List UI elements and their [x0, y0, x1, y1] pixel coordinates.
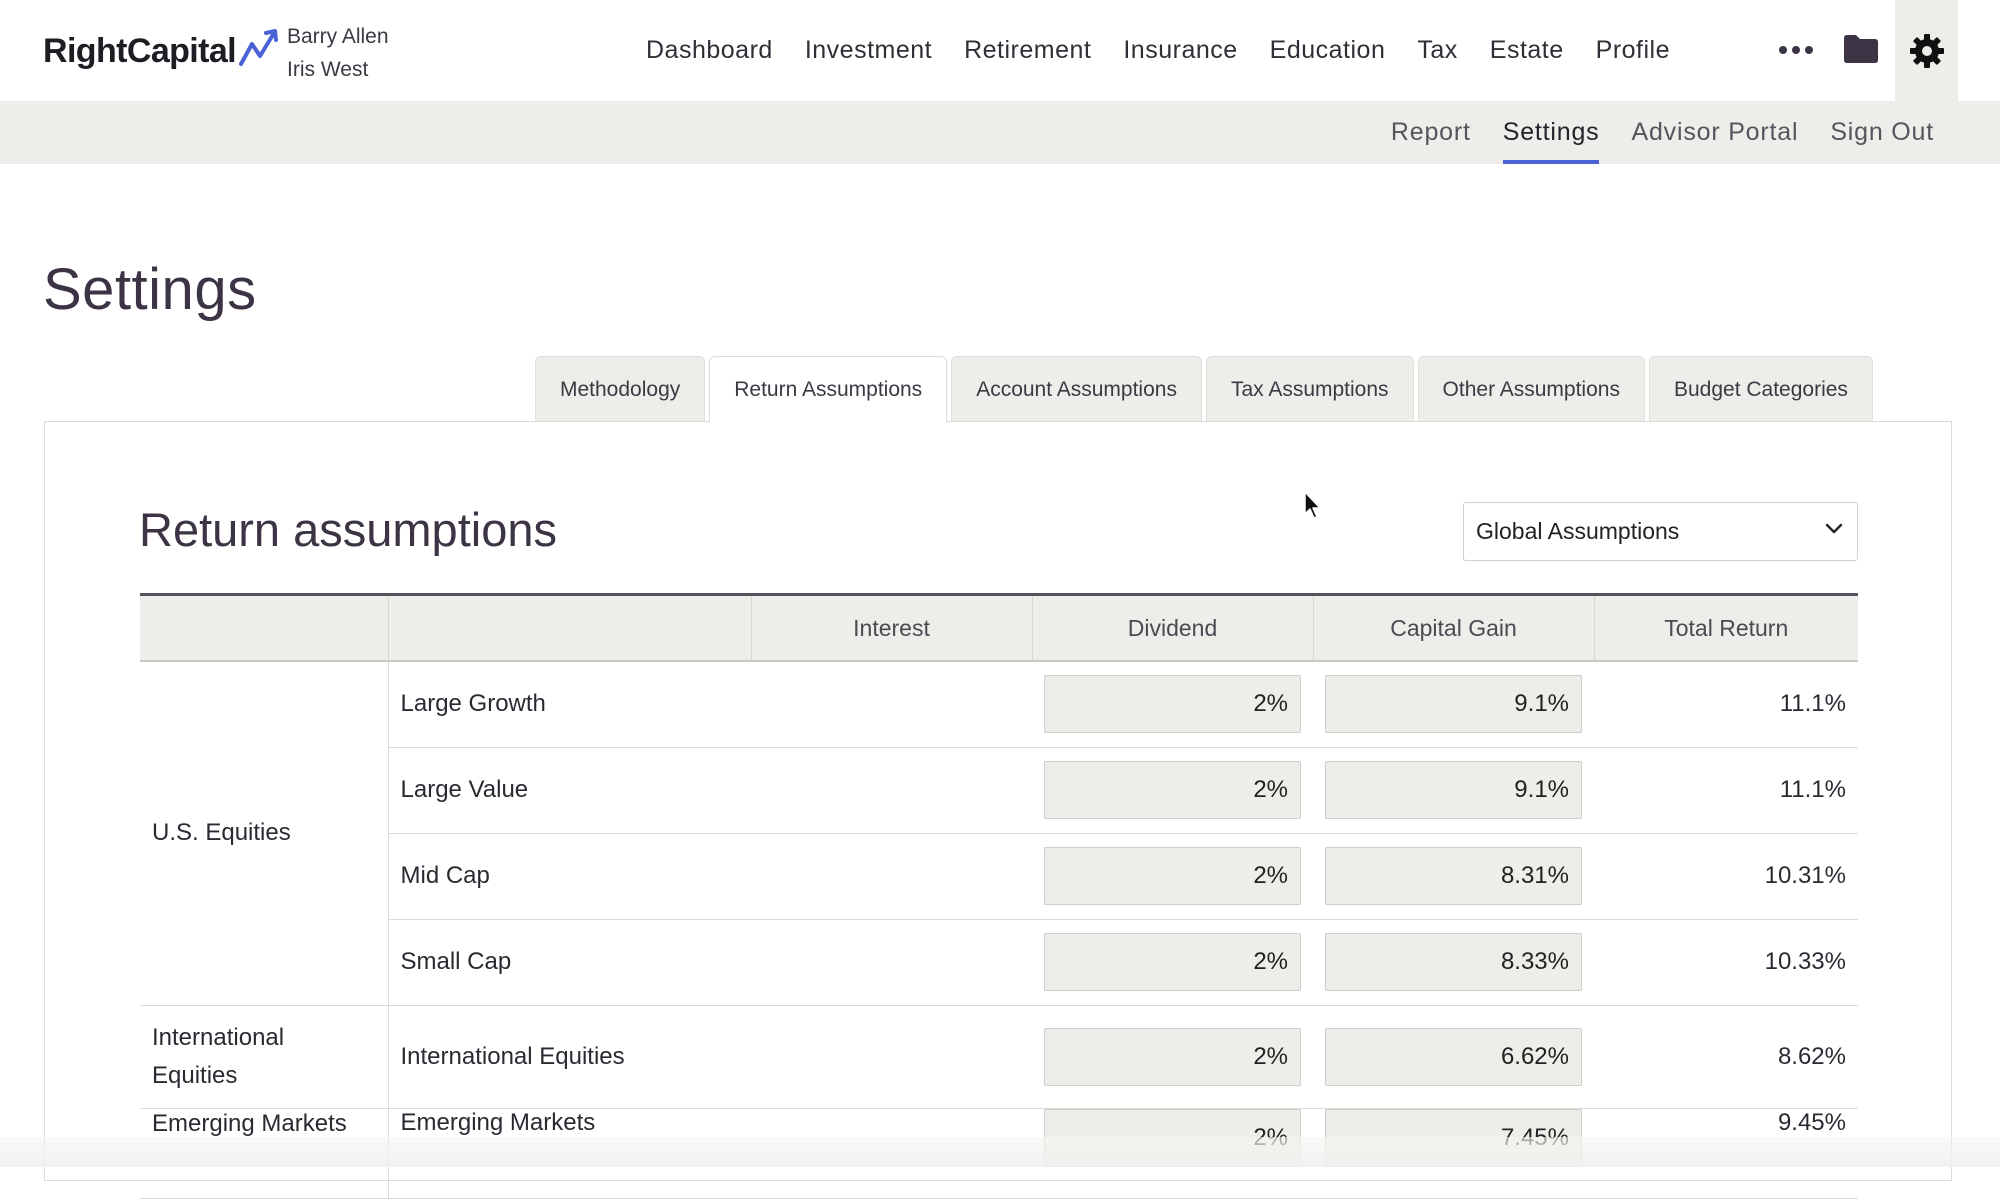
- total-return-value: 11.1%: [1594, 661, 1858, 748]
- capital-gain-input[interactable]: 6.62%: [1325, 1027, 1582, 1086]
- capital-gain-cell: 9.1%: [1313, 661, 1594, 748]
- client-primary-name: Barry Allen: [287, 25, 389, 48]
- tab-return-assumptions[interactable]: Return Assumptions: [709, 356, 948, 423]
- return-assumptions-table: Interest Dividend Capital Gain Total Ret…: [140, 593, 1858, 1199]
- settings-gear-button[interactable]: [1895, 0, 1958, 101]
- mouse-cursor-icon: [1304, 491, 1321, 519]
- interest-value: [751, 919, 1032, 1006]
- nav-retirement[interactable]: Retirement: [964, 36, 1091, 65]
- page-title: Settings: [43, 257, 257, 322]
- interest-value: [751, 661, 1032, 748]
- capital-gain-cell: 6.62%: [1313, 1005, 1594, 1109]
- rightcapital-logo[interactable]: RightCapital: [43, 26, 280, 76]
- dividend-cell: 2%: [1032, 1108, 1313, 1199]
- section-title: Return assumptions: [139, 503, 557, 556]
- tab-other-assumptions[interactable]: Other Assumptions: [1417, 356, 1645, 422]
- column-header-capital-gain: Capital Gain: [1312, 593, 1594, 662]
- dividend-input[interactable]: 2%: [1044, 1027, 1301, 1086]
- assumption-set-value: Global Assumptions: [1476, 518, 1680, 544]
- capital-gain-cell: 8.31%: [1313, 833, 1594, 920]
- column-header-dividend: Dividend: [1031, 593, 1313, 662]
- tab-account-assumptions[interactable]: Account Assumptions: [951, 356, 1202, 422]
- chevron-down-icon: [1825, 523, 1843, 534]
- asset-group-label: International Equities: [140, 1005, 389, 1109]
- folder-icon[interactable]: [1843, 32, 1879, 66]
- table-header-row: Interest Dividend Capital Gain Total Ret…: [140, 593, 1858, 662]
- ellipsis-icon: [1779, 46, 1813, 54]
- nav-insurance[interactable]: Insurance: [1123, 36, 1237, 65]
- nav-estate[interactable]: Estate: [1490, 36, 1564, 65]
- asset-class-name: International Equities: [388, 1005, 751, 1109]
- tab-budget-categories[interactable]: Budget Categories: [1648, 356, 1873, 422]
- asset-class-name: Large Growth: [388, 661, 751, 748]
- logo-arrow-icon: [239, 29, 279, 66]
- gear-icon: [1909, 33, 1944, 68]
- dividend-cell: 2%: [1032, 833, 1313, 920]
- interest-value: [751, 1108, 1032, 1199]
- table-row: International Equities International Equ…: [140, 1005, 1858, 1109]
- asset-group-label: U.S. Equities: [140, 661, 389, 1006]
- tab-tax-assumptions[interactable]: Tax Assumptions: [1205, 356, 1414, 422]
- column-header-interest: Interest: [750, 593, 1032, 662]
- secondary-nav: Report Settings Advisor Portal Sign Out: [1375, 101, 1950, 164]
- subnav-report[interactable]: Report: [1391, 101, 1471, 164]
- more-icon[interactable]: [1776, 34, 1816, 66]
- column-header-asset: [387, 593, 751, 662]
- capital-gain-input[interactable]: 8.33%: [1325, 933, 1582, 991]
- logo-text: RightCapital: [43, 31, 237, 70]
- dividend-cell: 2%: [1032, 1005, 1313, 1109]
- secondary-header: Report Settings Advisor Portal Sign Out: [0, 101, 2000, 164]
- nav-tax[interactable]: Tax: [1417, 36, 1457, 65]
- total-return-value: 10.33%: [1594, 919, 1858, 1006]
- client-names[interactable]: Barry Allen Iris West: [287, 20, 389, 86]
- dividend-input[interactable]: 2%: [1044, 847, 1301, 905]
- asset-class-name: Mid Cap: [388, 833, 751, 920]
- total-return-value: 10.31%: [1594, 833, 1858, 920]
- dividend-input[interactable]: 2%: [1044, 1108, 1301, 1167]
- asset-class-name: Small Cap: [388, 919, 751, 1006]
- capital-gain-cell: 7.45%: [1313, 1108, 1594, 1199]
- dividend-cell: 2%: [1032, 661, 1313, 748]
- table-row: Emerging Markets Emerging Markets 2% 7.4…: [140, 1108, 1858, 1199]
- total-return-value: 9.45%: [1594, 1108, 1858, 1199]
- subnav-advisor-portal[interactable]: Advisor Portal: [1631, 101, 1798, 164]
- dividend-cell: 2%: [1032, 919, 1313, 1006]
- dividend-input[interactable]: 2%: [1044, 675, 1301, 734]
- top-header: RightCapital Barry Allen Iris West Dashb…: [0, 0, 2000, 101]
- capital-gain-cell: 9.1%: [1313, 747, 1594, 834]
- subnav-sign-out[interactable]: Sign Out: [1830, 101, 1934, 164]
- capital-gain-input[interactable]: 8.31%: [1325, 847, 1582, 905]
- nav-education[interactable]: Education: [1270, 36, 1386, 65]
- nav-investment[interactable]: Investment: [805, 36, 932, 65]
- asset-group-label: Emerging Markets: [140, 1108, 389, 1199]
- dividend-cell: 2%: [1032, 747, 1313, 834]
- asset-class-name: Large Value: [388, 747, 751, 834]
- capital-gain-input[interactable]: 7.45%: [1325, 1108, 1582, 1167]
- interest-value: [751, 747, 1032, 834]
- table-row: Small Cap 2% 8.33% 10.33%: [140, 919, 1858, 1006]
- table-row: Mid Cap 2% 8.31% 10.31%: [140, 833, 1858, 920]
- subnav-settings[interactable]: Settings: [1502, 101, 1600, 164]
- assumption-set-select[interactable]: Global Assumptions: [1463, 502, 1858, 561]
- interest-value: [751, 1005, 1032, 1109]
- tab-methodology[interactable]: Methodology: [535, 356, 706, 422]
- dividend-input[interactable]: 2%: [1044, 933, 1301, 991]
- table-row: Large Value 2% 9.1% 11.1%: [140, 747, 1858, 834]
- dividend-input[interactable]: 2%: [1044, 761, 1301, 819]
- capital-gain-input[interactable]: 9.1%: [1325, 675, 1582, 734]
- column-header-group: [140, 593, 388, 662]
- client-secondary-name: Iris West: [287, 58, 369, 81]
- interest-value: [751, 833, 1032, 920]
- table-row: U.S. Equities Large Growth 2% 9.1% 11.1%: [140, 661, 1858, 1006]
- settings-tabs: Methodology Return Assumptions Account A…: [535, 356, 1877, 423]
- total-return-value: 11.1%: [1594, 747, 1858, 834]
- main-nav: Dashboard Investment Retirement Insuranc…: [630, 0, 1686, 101]
- capital-gain-cell: 8.33%: [1313, 919, 1594, 1006]
- nav-profile[interactable]: Profile: [1596, 36, 1670, 65]
- nav-dashboard[interactable]: Dashboard: [646, 36, 773, 65]
- asset-class-name: Emerging Markets: [388, 1108, 751, 1199]
- capital-gain-input[interactable]: 9.1%: [1325, 761, 1582, 819]
- column-header-total-return: Total Return: [1593, 593, 1858, 662]
- total-return-value: 8.62%: [1594, 1005, 1858, 1109]
